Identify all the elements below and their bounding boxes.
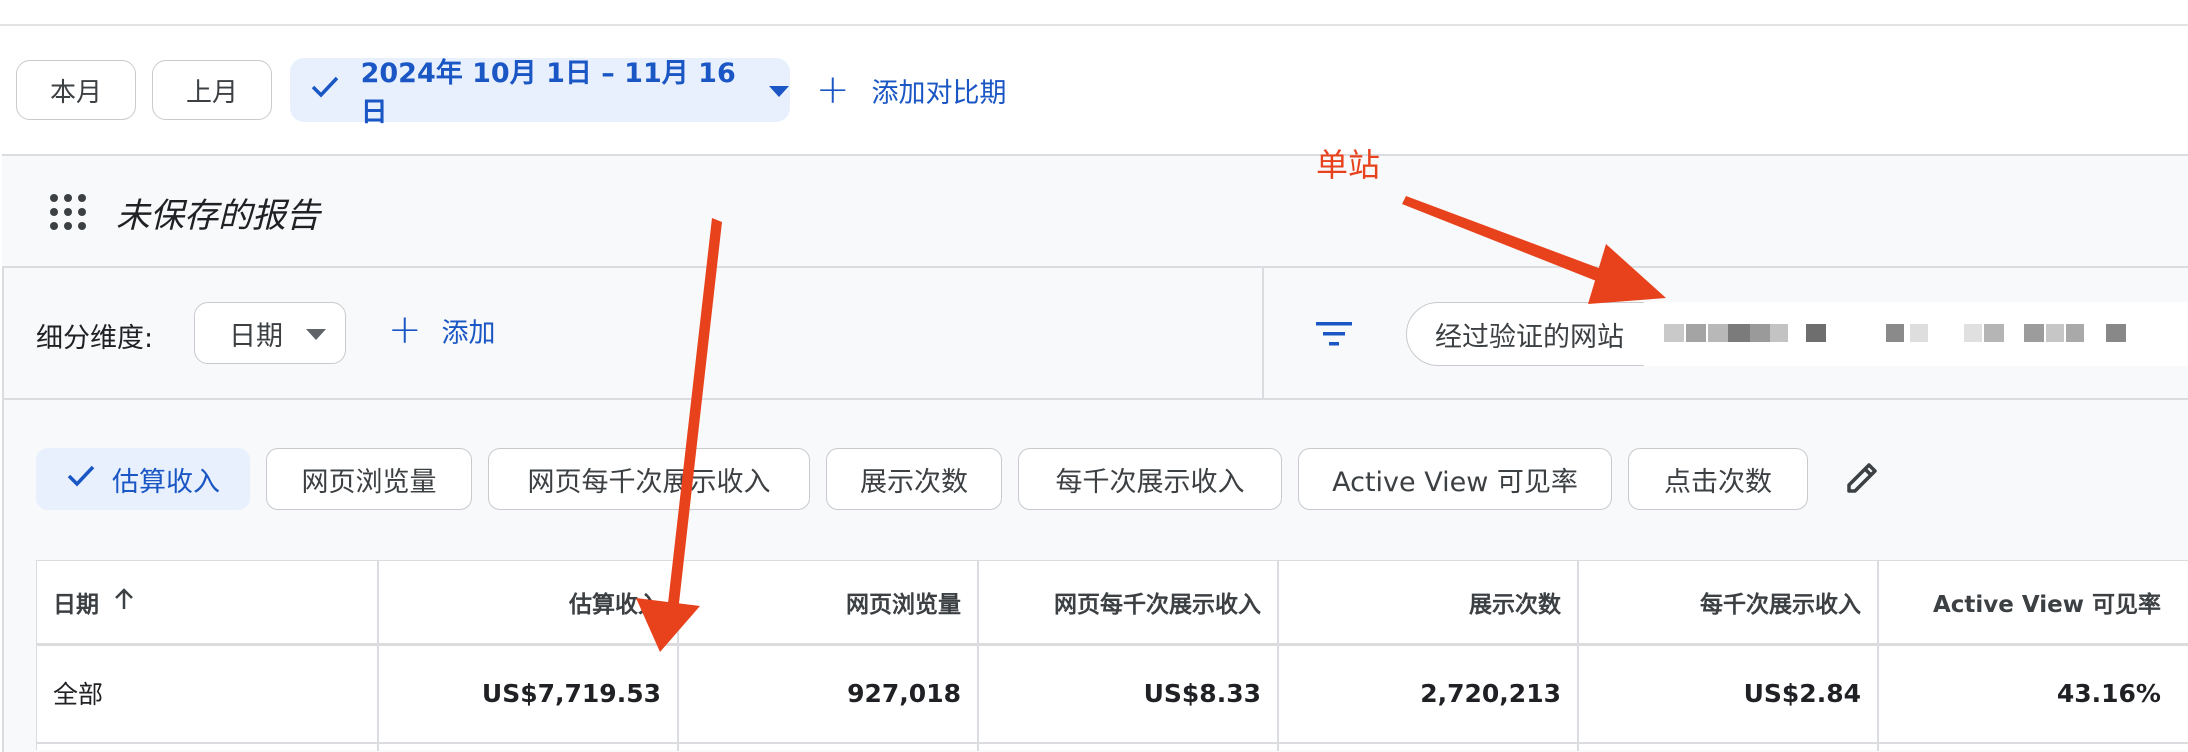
table-cell-active-view: 43.16% xyxy=(2056,678,2161,708)
add-comparison-button[interactable]: + 添加对比期 xyxy=(816,68,1007,112)
filter-icon[interactable] xyxy=(1314,318,1354,350)
report-table: 日期 估算收入 网页浏览量 网页每千次展示收入 展示次数 每千次展示收入 Act… xyxy=(36,560,2188,751)
plus-icon: + xyxy=(388,307,422,353)
apps-grid-icon[interactable] xyxy=(50,194,86,230)
table-cell-page-rpm: US$8.33 xyxy=(1143,678,1261,708)
table-cell-impression-rpm: US$2.84 xyxy=(1743,678,1861,708)
report-title: 未保存的报告 xyxy=(116,196,320,236)
table-cell-date: 全部 xyxy=(53,680,104,709)
add-dimension-label: 添加 xyxy=(441,317,496,349)
chevron-down-icon xyxy=(768,75,790,106)
column-divider xyxy=(1277,561,1279,751)
column-divider xyxy=(677,561,679,751)
column-divider xyxy=(1577,561,1579,751)
metric-chip-estimated-revenue[interactable]: 估算收入 xyxy=(36,448,250,510)
last-month-button[interactable]: 上月 xyxy=(152,60,272,120)
breakdown-selected-value: 日期 xyxy=(229,320,283,352)
column-header-date[interactable]: 日期 xyxy=(37,561,377,643)
add-comparison-label: 添加对比期 xyxy=(871,77,1007,109)
row-separator xyxy=(37,742,2188,744)
metric-chip-label: 估算收入 xyxy=(112,466,220,498)
check-icon xyxy=(66,464,96,495)
this-month-button[interactable]: 本月 xyxy=(16,60,136,120)
filter-label: 经过验证的网站 xyxy=(1435,321,1624,353)
breakdown-label: 细分维度: xyxy=(36,323,154,354)
column-header-label: 日期 xyxy=(53,592,99,618)
annotation-label: 单站 xyxy=(1316,146,1381,184)
table-cell-page-views: 927,018 xyxy=(847,678,961,708)
metric-chip-page-rpm[interactable]: 网页每千次展示收入 xyxy=(488,448,810,510)
date-range-selector[interactable]: 2024年 10月 1日 – 11月 16日 xyxy=(290,58,790,128)
column-divider xyxy=(977,561,979,751)
breakdown-dimension-select[interactable]: 日期 xyxy=(194,302,346,364)
column-header-impression-rpm[interactable]: 每千次展示收入 xyxy=(1577,561,1877,643)
divider xyxy=(2,398,2188,400)
table-cell-impressions: 2,720,213 xyxy=(1420,678,1561,708)
divider xyxy=(2,266,2188,268)
column-header-page-rpm[interactable]: 网页每千次展示收入 xyxy=(977,561,1277,643)
metric-chip-page-views[interactable]: 网页浏览量 xyxy=(266,448,472,510)
column-divider xyxy=(377,561,379,751)
divider xyxy=(1262,268,1264,398)
column-header-active-view[interactable]: Active View 可见率 xyxy=(1877,561,2177,643)
header-separator xyxy=(37,643,2188,646)
metric-chip-impression-rpm[interactable]: 每千次展示收入 xyxy=(1018,448,1282,510)
metric-chip-impressions[interactable]: 展示次数 xyxy=(826,448,1002,510)
column-header-page-views[interactable]: 网页浏览量 xyxy=(677,561,977,643)
table-cell-estimated-revenue: US$7,719.53 xyxy=(481,678,661,708)
metric-chip-active-view[interactable]: Active View 可见率 xyxy=(1298,448,1612,510)
sort-ascending-icon xyxy=(113,587,135,617)
chevron-down-icon xyxy=(305,318,327,349)
column-header-estimated-revenue[interactable]: 估算收入 xyxy=(377,561,677,643)
plus-icon: + xyxy=(816,67,850,113)
date-range-label: 2024年 10月 1日 – 11月 16日 xyxy=(360,58,736,128)
column-header-impressions[interactable]: 展示次数 xyxy=(1277,561,1577,643)
column-divider xyxy=(1877,561,1879,751)
add-dimension-button[interactable]: + 添加 xyxy=(388,310,496,350)
check-icon xyxy=(310,75,343,106)
report-title-row xyxy=(2,156,2188,268)
edit-pencil-icon[interactable] xyxy=(1842,458,1882,498)
metric-chip-clicks[interactable]: 点击次数 xyxy=(1628,448,1808,510)
